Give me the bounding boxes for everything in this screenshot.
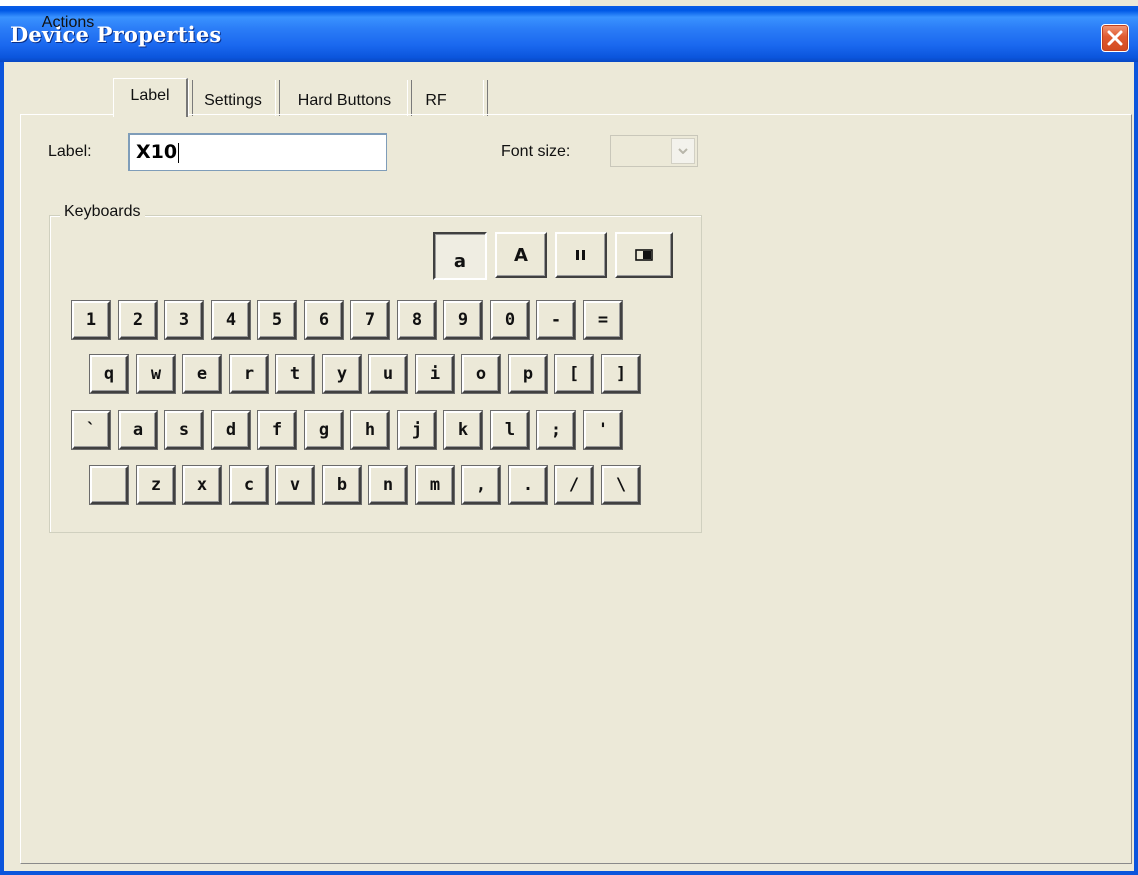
key[interactable]: g xyxy=(305,411,343,449)
key[interactable]: ` xyxy=(72,411,110,449)
mode-symbols-button[interactable] xyxy=(555,232,607,278)
key[interactable]: t xyxy=(276,355,314,393)
key[interactable]: x xyxy=(183,466,221,504)
key[interactable]: / xyxy=(555,466,593,504)
label-input-value: X10 xyxy=(136,141,178,163)
key[interactable]: b xyxy=(323,466,361,504)
tab-separator xyxy=(275,80,280,116)
key[interactable]: = xyxy=(584,301,622,339)
dropdown-button[interactable] xyxy=(671,138,695,164)
close-button[interactable] xyxy=(1101,24,1129,52)
key[interactable]: , xyxy=(462,466,500,504)
tab-label: Hard Buttons xyxy=(297,92,392,109)
key[interactable]: 8 xyxy=(398,301,436,339)
key[interactable]: p xyxy=(509,355,547,393)
mode-label: a xyxy=(453,250,467,272)
tab-label: Actions xyxy=(41,14,95,31)
title-bar[interactable]: Device Properties xyxy=(0,6,1138,62)
tab-label[interactable]: Label xyxy=(113,78,188,117)
key[interactable]: i xyxy=(416,355,454,393)
key[interactable]: ; xyxy=(537,411,575,449)
chevron-down-icon xyxy=(678,148,688,154)
close-icon xyxy=(1107,30,1123,46)
key[interactable]: 2 xyxy=(119,301,157,339)
font-size-caption: Font size: xyxy=(501,143,571,160)
key[interactable]: m xyxy=(416,466,454,504)
keyboards-title: Keyboards xyxy=(60,203,145,221)
key[interactable]: h xyxy=(351,411,389,449)
mode-lowercase-button[interactable]: a xyxy=(433,232,487,280)
key[interactable]: u xyxy=(369,355,407,393)
key[interactable]: k xyxy=(444,411,482,449)
key[interactable]: . xyxy=(509,466,547,504)
tab-label: RF xyxy=(425,92,447,109)
pause-icon xyxy=(576,250,585,260)
key[interactable]: f xyxy=(258,411,296,449)
key-blank[interactable] xyxy=(90,466,128,504)
tab-separator xyxy=(483,80,488,116)
text-caret xyxy=(178,142,180,163)
key[interactable]: d xyxy=(212,411,250,449)
tab-rf[interactable]: RF xyxy=(416,86,456,116)
key[interactable]: a xyxy=(119,411,157,449)
key[interactable]: 5 xyxy=(258,301,296,339)
key[interactable]: 6 xyxy=(305,301,343,339)
key[interactable]: e xyxy=(183,355,221,393)
key[interactable]: l xyxy=(491,411,529,449)
key[interactable]: 1 xyxy=(72,301,110,339)
key[interactable]: n xyxy=(369,466,407,504)
mode-uppercase-button[interactable]: A xyxy=(495,232,547,278)
key[interactable]: 7 xyxy=(351,301,389,339)
tab-separator xyxy=(407,80,412,116)
key[interactable]: [ xyxy=(555,355,593,393)
key[interactable]: q xyxy=(90,355,128,393)
key[interactable]: c xyxy=(230,466,268,504)
mode-special-button[interactable] xyxy=(615,232,673,278)
label-caption: Label: xyxy=(48,143,92,160)
key[interactable]: w xyxy=(137,355,175,393)
key[interactable]: \ xyxy=(602,466,640,504)
keypad-icon xyxy=(635,249,653,261)
key[interactable]: 4 xyxy=(212,301,250,339)
key[interactable]: y xyxy=(323,355,361,393)
key[interactable]: v xyxy=(276,466,314,504)
key[interactable]: 9 xyxy=(444,301,482,339)
key[interactable]: ] xyxy=(602,355,640,393)
key[interactable]: 0 xyxy=(491,301,529,339)
tab-settings[interactable]: Settings xyxy=(193,86,273,116)
tab-hard-buttons[interactable]: Hard Buttons xyxy=(283,86,406,116)
key[interactable]: s xyxy=(165,411,203,449)
tab-label: Settings xyxy=(204,92,262,109)
label-input[interactable]: X10 xyxy=(128,133,387,171)
mode-label: A xyxy=(514,244,528,266)
key[interactable]: - xyxy=(537,301,575,339)
key[interactable]: o xyxy=(462,355,500,393)
tab-label-text: Label xyxy=(130,87,170,104)
key[interactable]: ' xyxy=(584,411,622,449)
key[interactable]: 3 xyxy=(165,301,203,339)
key[interactable]: z xyxy=(137,466,175,504)
desktop-strip xyxy=(0,0,570,6)
key[interactable]: j xyxy=(398,411,436,449)
key[interactable]: r xyxy=(230,355,268,393)
tab-actions[interactable]: Actions xyxy=(28,8,108,38)
font-size-select[interactable] xyxy=(610,135,698,167)
